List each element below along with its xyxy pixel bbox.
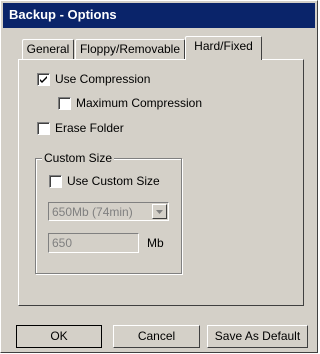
save-as-default-button[interactable]: Save As Default [207, 325, 308, 348]
size-select-value: 650Mb (74min) [52, 205, 133, 219]
ok-button[interactable]: OK [16, 325, 102, 348]
tab-hard-fixed-label: Hard/Fixed [194, 39, 253, 53]
maximum-compression-checkbox[interactable] [58, 97, 71, 110]
tab-floppy-removable-label: Floppy/Removable [79, 42, 181, 56]
use-compression-checkbox[interactable] [37, 73, 50, 86]
tab-hard-fixed[interactable]: Hard/Fixed [185, 36, 262, 60]
ok-button-label: OK [50, 329, 68, 343]
size-input-value: 650 [52, 236, 73, 250]
tab-floppy-removable[interactable]: Floppy/Removable [75, 39, 185, 59]
use-compression-label: Use Compression [55, 72, 151, 86]
tab-general-label: General [26, 42, 70, 56]
size-unit-label: Mb [147, 236, 164, 250]
options-dialog: Backup - Options General Floppy/Removabl… [0, 0, 318, 353]
cancel-button-label: Cancel [137, 329, 176, 343]
custom-size-group-label: Custom Size [42, 151, 115, 165]
tab-panel-hard-fixed: Use Compression Maximum Compression Eras… [18, 59, 304, 306]
chevron-down-icon [156, 210, 163, 214]
custom-size-group: Custom Size Use Custom Size 650Mb (74min… [35, 151, 182, 274]
use-custom-size-checkbox[interactable] [49, 175, 62, 188]
erase-folder-label: Erase Folder [55, 121, 124, 135]
window-title: Backup - Options [9, 7, 117, 22]
use-custom-size-label: Use Custom Size [67, 174, 160, 188]
save-as-default-button-label: Save As Default [214, 329, 301, 343]
size-select-dropdown-button[interactable] [152, 204, 167, 219]
cancel-button[interactable]: Cancel [113, 325, 200, 348]
tab-general[interactable]: General [22, 39, 74, 59]
checkmark-icon [40, 76, 47, 83]
size-select[interactable]: 650Mb (74min) [48, 202, 169, 221]
size-input[interactable]: 650 [48, 233, 139, 253]
title-bar[interactable]: Backup - Options [3, 3, 315, 28]
maximum-compression-label: Maximum Compression [76, 96, 203, 110]
erase-folder-checkbox[interactable] [37, 122, 50, 135]
